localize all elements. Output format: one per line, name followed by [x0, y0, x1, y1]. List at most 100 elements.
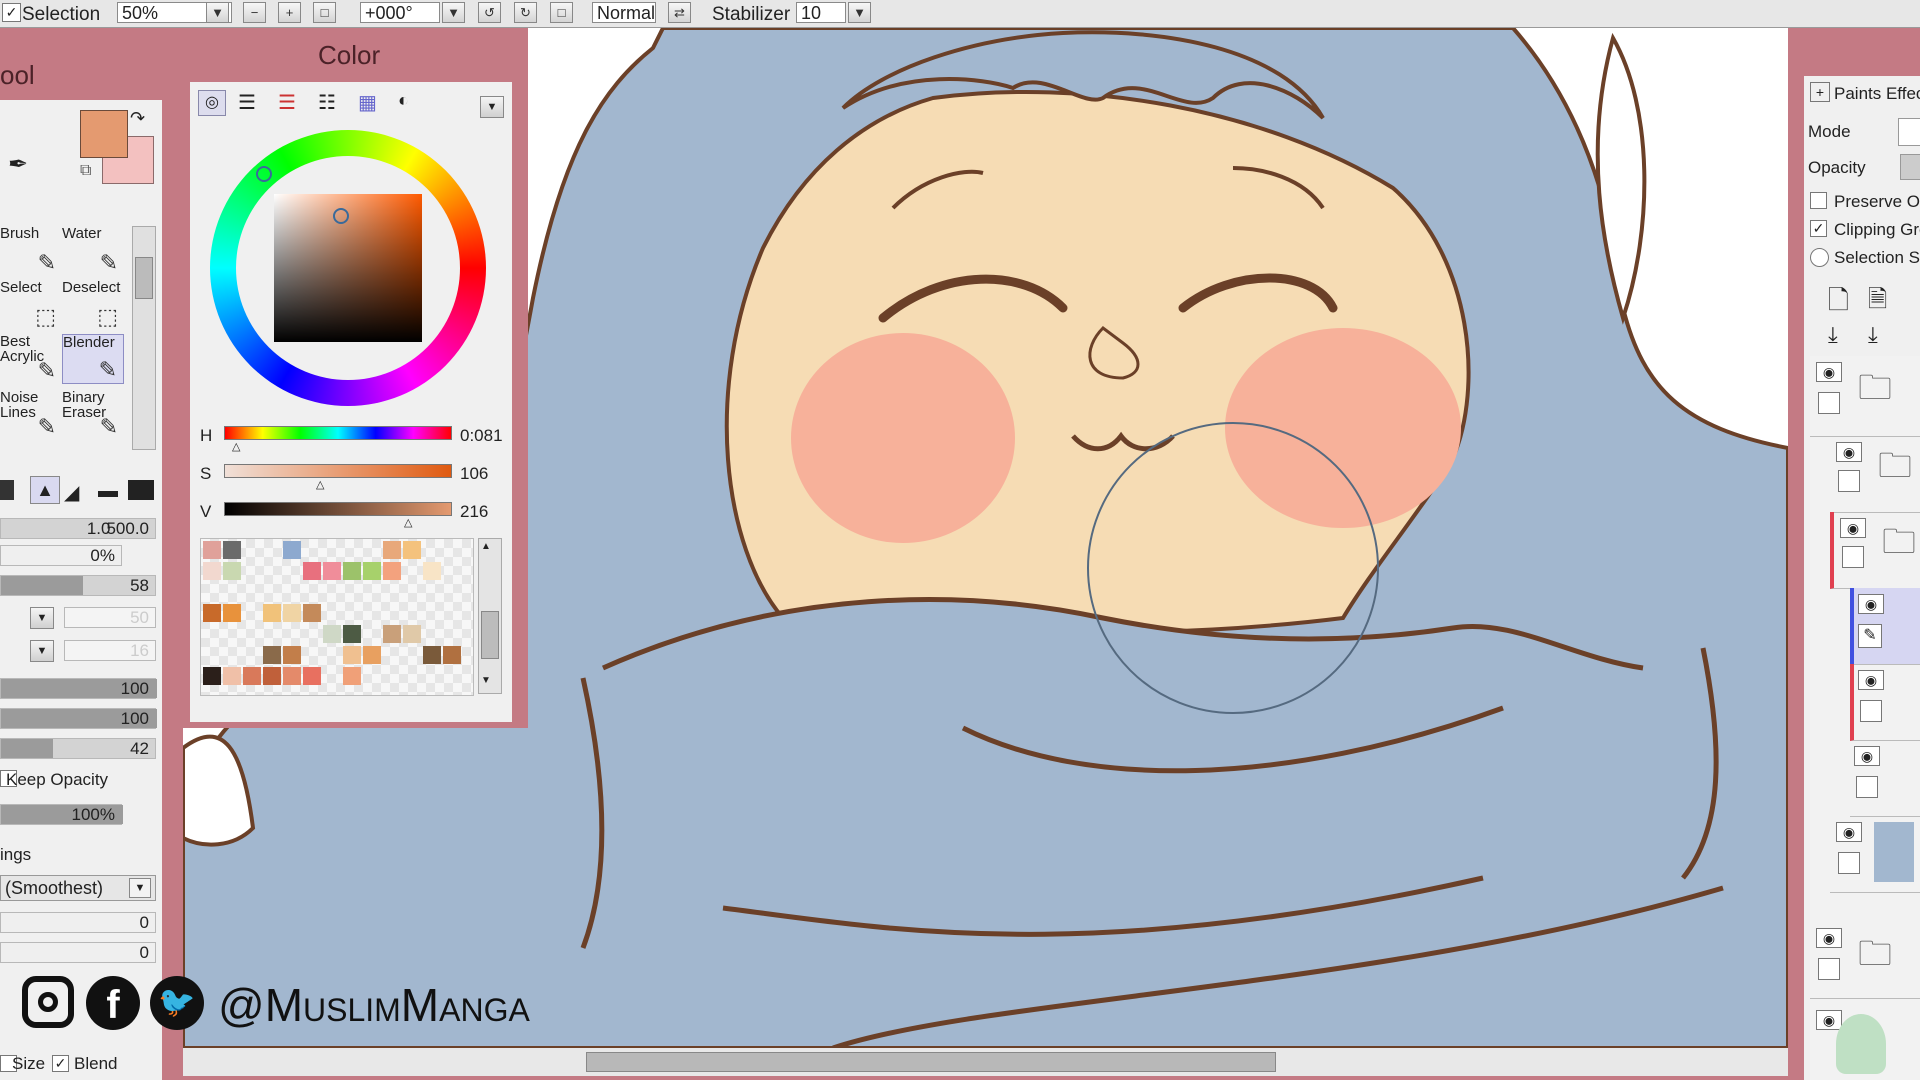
color-swatch[interactable]	[223, 667, 241, 685]
tool-scroll-thumb[interactable]	[135, 257, 153, 299]
color-swatch[interactable]	[283, 604, 301, 622]
swatch-list-mode-icon[interactable]: ☷	[318, 90, 336, 115]
size-range-slider[interactable]: 1.0500.0	[0, 518, 156, 539]
persistence-slider[interactable]: 42	[0, 738, 156, 759]
layer-visibility-eye-icon[interactable]: ◉	[1858, 594, 1884, 614]
layer-row-folder-3[interactable]: ◉ 🗀	[1830, 512, 1920, 589]
color-swatch[interactable]	[323, 562, 341, 580]
tool-noise-lines[interactable]: Noise Lines ✎	[0, 390, 62, 440]
rotate-left-icon[interactable]: ↺	[478, 2, 501, 23]
layer-row-folder-1[interactable]: ◉ 🗀	[1810, 356, 1920, 437]
color-swatch[interactable]	[363, 646, 381, 664]
swatch-scroll-down-icon[interactable]: ▼	[481, 675, 491, 686]
layer-visibility-eye-icon[interactable]: ◉	[1854, 746, 1880, 766]
color-swatch[interactable]	[343, 667, 361, 685]
color-wheel-mode-icon[interactable]: ◎	[198, 90, 226, 116]
shape-dropdown[interactable]: ▼	[30, 640, 54, 662]
flip-icon[interactable]: ⇄	[668, 2, 691, 23]
color-swatch[interactable]	[303, 562, 321, 580]
eyedropper-icon[interactable]: ✒	[8, 150, 28, 179]
min-density-slider[interactable]: 0	[0, 942, 156, 963]
selection-source-radio[interactable]	[1810, 248, 1829, 267]
color-swatch[interactable]	[203, 541, 221, 559]
stabilizer-field[interactable]: 10	[796, 2, 846, 23]
tool-best-acrylic[interactable]: Best Acrylic ✎	[0, 334, 62, 384]
color-swatch[interactable]	[423, 562, 441, 580]
rotation-dropdown-icon[interactable]: ▼	[442, 2, 465, 23]
color-swatch[interactable]	[423, 646, 441, 664]
stabilizer-dropdown-icon[interactable]: ▼	[848, 2, 871, 23]
transfer-down-icon[interactable]: ⤓	[1828, 322, 1838, 348]
primary-color-swatch[interactable]	[80, 110, 128, 158]
tool-blender[interactable]: Blender ✎	[62, 334, 124, 384]
color-swatch[interactable]	[363, 562, 381, 580]
color-swatch[interactable]	[403, 541, 421, 559]
color-swatch[interactable]	[343, 562, 361, 580]
layer-edit-brush-icon[interactable]: ✎	[1858, 624, 1882, 648]
layer-visibility-eye-icon[interactable]: ◉	[1858, 670, 1884, 690]
color-swatch[interactable]	[343, 646, 361, 664]
layer-row-folder-4[interactable]: ◉ 🗀	[1810, 922, 1920, 999]
color-swatch[interactable]	[283, 646, 301, 664]
color-swatch[interactable]	[263, 646, 281, 664]
edge-hardness-slider[interactable]: 0	[0, 912, 156, 933]
layer-row-image[interactable]: ◉	[1830, 816, 1920, 893]
rotation-field[interactable]: +000°	[360, 2, 440, 23]
hue-slider[interactable]	[224, 426, 452, 440]
brush-shape-square-icon[interactable]	[0, 480, 14, 500]
layer-row-character[interactable]: ◉	[1810, 1004, 1920, 1080]
brush-shape-triangle-icon[interactable]: ▲	[30, 476, 60, 504]
blend-checkbox[interactable]: ✓	[52, 1055, 69, 1072]
color-swatch[interactable]	[303, 667, 321, 685]
transparent-color-icon[interactable]: ⧉	[80, 162, 91, 180]
layer-lock-checkbox[interactable]	[1860, 700, 1882, 722]
layer-row-selected[interactable]: ◉ ✎	[1850, 588, 1920, 665]
swatch-grid-mode-icon[interactable]: ▦	[358, 90, 377, 115]
color-swatch[interactable]	[323, 625, 341, 643]
scrollbar-thumb[interactable]	[586, 1052, 1276, 1072]
color-swatch[interactable]	[223, 541, 241, 559]
color-swatch[interactable]	[223, 562, 241, 580]
blend-mode-select[interactable]: Normal	[592, 2, 656, 23]
color-swatch[interactable]	[283, 667, 301, 685]
tool-deselect[interactable]: Deselect ⬚	[62, 280, 124, 330]
layer-lock-checkbox[interactable]	[1842, 546, 1864, 568]
zoom-dropdown-icon[interactable]: ▼	[206, 2, 229, 23]
layer-row-clipped[interactable]: ◉	[1850, 664, 1920, 741]
tool-brush[interactable]: Brush ✎	[0, 226, 62, 276]
color-swatch[interactable]	[303, 604, 321, 622]
color-swatch[interactable]	[263, 604, 281, 622]
hsv-slider-mode-icon[interactable]: ☰	[278, 90, 296, 115]
dilution-slider[interactable]: 100	[0, 708, 157, 729]
color-swatch[interactable]	[203, 562, 221, 580]
color-swatch[interactable]	[383, 541, 401, 559]
saturation-slider[interactable]	[224, 464, 452, 478]
zoom-reset-icon[interactable]: □	[313, 2, 336, 23]
layer-lock-checkbox[interactable]	[1856, 776, 1878, 798]
color-swatch[interactable]	[203, 604, 221, 622]
color-swatch[interactable]	[383, 562, 401, 580]
swatch-scroll-up-icon[interactable]: ▲	[481, 541, 491, 552]
sv-marker[interactable]	[333, 208, 349, 224]
rotate-reset-icon[interactable]: □	[550, 2, 573, 23]
keep-opacity-slider[interactable]: 100%	[0, 804, 123, 825]
tool-binary-eraser[interactable]: Binary Eraser ✎	[62, 390, 124, 440]
swatch-scrollbar[interactable]: ▲ ▼	[478, 538, 502, 694]
layer-visibility-eye-icon[interactable]: ◉	[1816, 1010, 1842, 1030]
selection-checkbox[interactable]: ✓	[2, 3, 21, 22]
layer-visibility-eye-icon[interactable]: ◉	[1816, 928, 1842, 948]
brush-shape-flat-icon[interactable]: ▬	[98, 480, 118, 503]
layer-lock-checkbox[interactable]	[1818, 392, 1840, 414]
paints-effect-icon[interactable]: +	[1810, 82, 1830, 102]
layer-lock-checkbox[interactable]	[1818, 958, 1840, 980]
density-slider[interactable]: 58	[0, 575, 156, 596]
color-swatch[interactable]	[223, 604, 241, 622]
canvas-scrollbar[interactable]	[183, 1048, 1788, 1076]
mode-select[interactable]	[1898, 118, 1920, 146]
rgb-slider-mode-icon[interactable]: ☰	[238, 90, 256, 115]
scratchpad-mode-icon[interactable]: ◐	[398, 90, 409, 111]
brush-shape-round-icon[interactable]: ◢	[64, 480, 79, 505]
color-swatch[interactable]	[343, 625, 361, 643]
color-swatch[interactable]	[243, 667, 261, 685]
color-swatch[interactable]	[203, 667, 221, 685]
